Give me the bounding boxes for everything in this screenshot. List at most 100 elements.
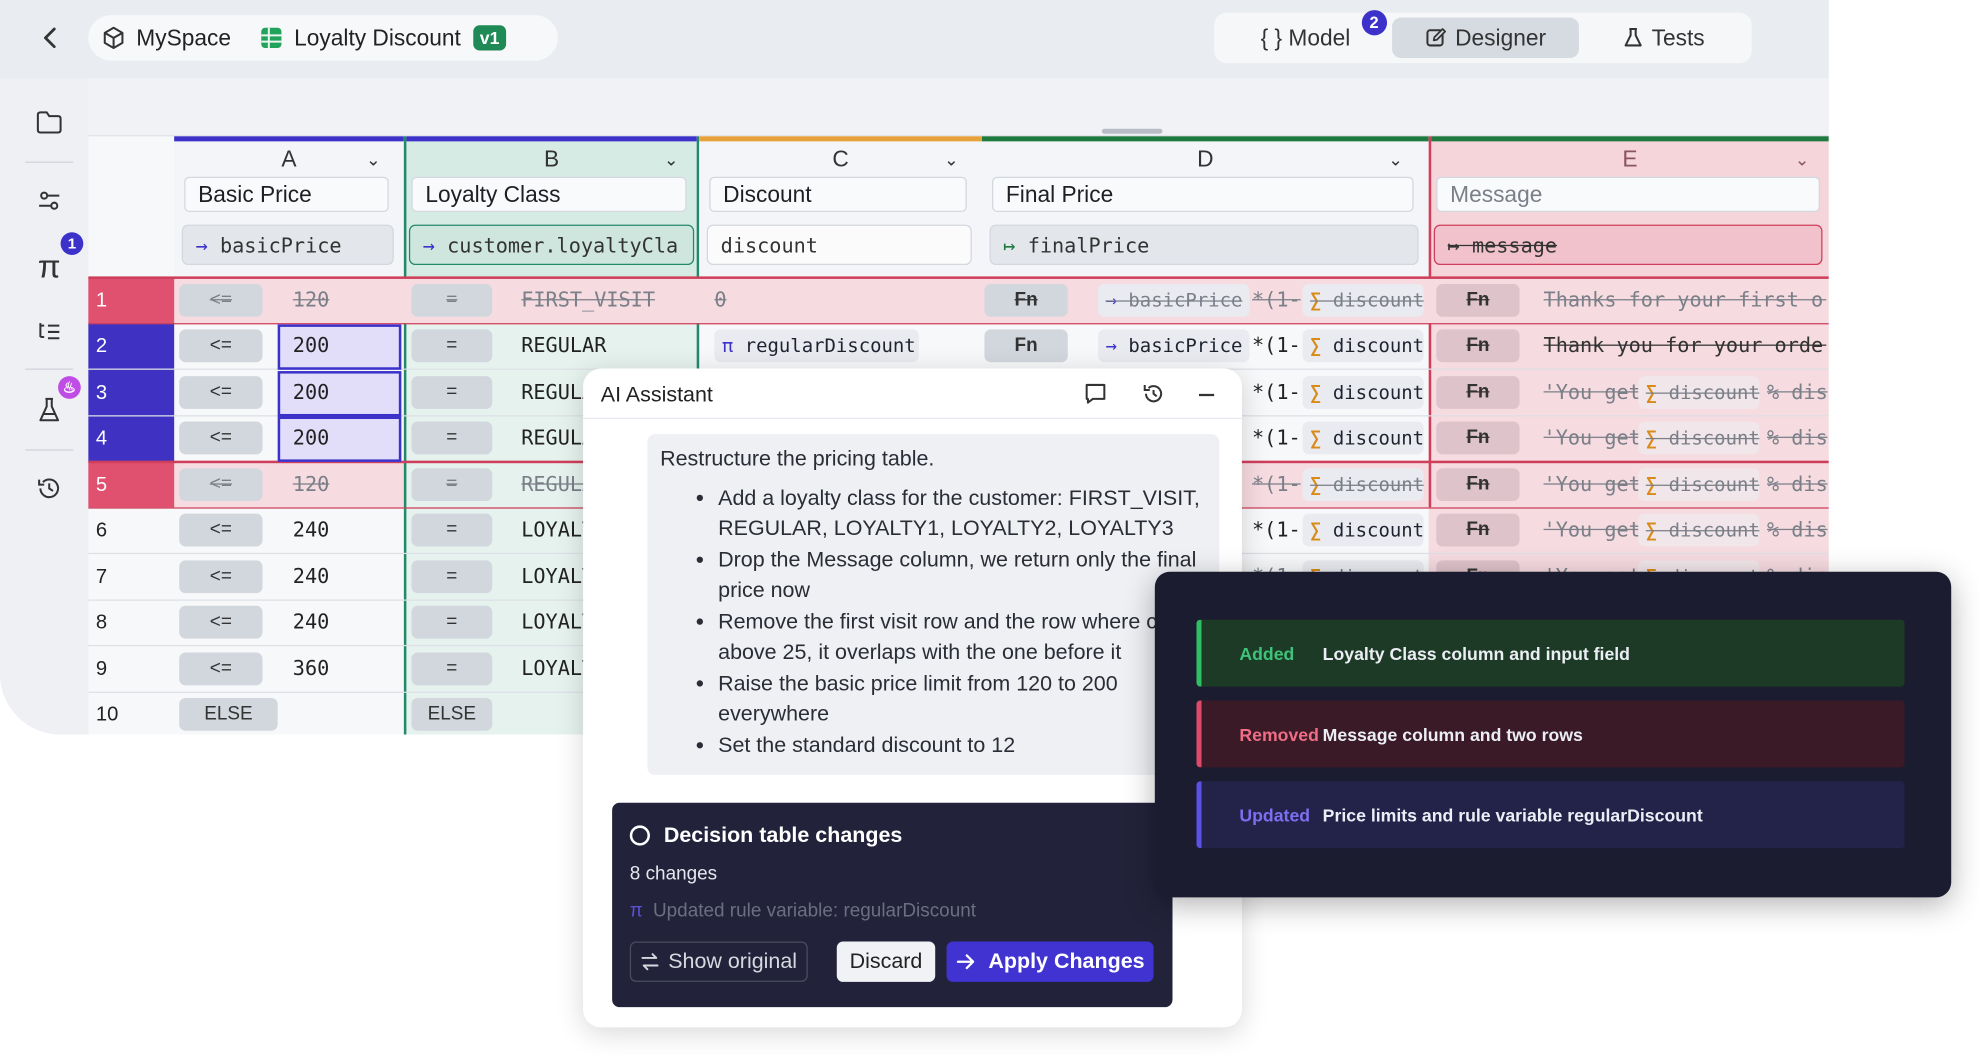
operator-a[interactable]: <=: [179, 468, 263, 502]
resize-handle[interactable]: [1101, 128, 1163, 134]
value-a[interactable]: 200: [278, 425, 402, 449]
change-summary-panel: Added Loyalty Class column and input fie…: [1154, 571, 1952, 898]
value-a[interactable]: 240: [278, 564, 402, 588]
minimize-icon[interactable]: [1194, 381, 1219, 406]
settings-sliders-icon[interactable]: [33, 184, 66, 217]
list-tree-icon[interactable]: [33, 316, 66, 349]
chat-icon[interactable]: [1083, 381, 1108, 406]
ai-title: AI Assistant: [600, 382, 713, 407]
column-d-header[interactable]: D ⌄ Final Price ↦ finalPrice: [981, 136, 1429, 278]
final-price-var[interactable]: → basicPrice: [1098, 283, 1250, 317]
operator-a[interactable]: <=: [179, 329, 263, 363]
column-b-header[interactable]: B ⌄ Loyalty Class → customer.loyaltyCla: [403, 136, 700, 278]
operator-a[interactable]: ELSE: [179, 697, 278, 731]
column-e-output[interactable]: ↦ message: [1433, 224, 1823, 266]
left-sidebar: π 1 ♨: [0, 78, 89, 735]
operator-b[interactable]: =: [411, 283, 493, 317]
chevron-down-icon[interactable]: ⌄: [366, 149, 381, 170]
operator-b[interactable]: =: [411, 376, 493, 409]
final-price-var[interactable]: → basicPrice: [1098, 329, 1250, 363]
fn-button[interactable]: Fn: [1436, 283, 1520, 317]
operator-b[interactable]: =: [411, 513, 493, 547]
operator-b[interactable]: =: [411, 421, 493, 455]
column-a-input[interactable]: → basicPrice: [181, 224, 394, 266]
column-a-accent: [174, 136, 404, 142]
flask-icon[interactable]: [33, 394, 66, 427]
value-a[interactable]: 240: [278, 517, 402, 541]
column-c-name[interactable]: Discount: [709, 176, 967, 213]
discount-ref[interactable]: ∑ discount: [1302, 329, 1424, 363]
discount-ref-text: discount: [1332, 473, 1424, 497]
fn-button[interactable]: Fn: [984, 329, 1068, 363]
operator-a[interactable]: <=: [179, 513, 263, 547]
value-b[interactable]: FIRST_VISIT: [521, 288, 685, 312]
fn-button[interactable]: Fn: [1436, 513, 1520, 547]
column-c-accent: [699, 136, 982, 142]
column-c-header[interactable]: C ⌄ Discount discount: [699, 136, 982, 278]
operator-b[interactable]: =: [411, 468, 493, 502]
operator-a[interactable]: <=: [179, 560, 263, 594]
back-button[interactable]: [35, 23, 65, 53]
discount-row-2[interactable]: π regularDiscount: [714, 329, 919, 363]
breadcrumb-space[interactable]: MySpace: [136, 25, 231, 52]
chevron-down-icon[interactable]: ⌄: [664, 149, 679, 170]
column-c-var[interactable]: discount: [706, 224, 972, 266]
column-d-output[interactable]: ↦ finalPrice: [989, 224, 1419, 266]
operator-a[interactable]: <=: [179, 421, 263, 455]
operator-a[interactable]: <=: [179, 652, 263, 686]
value-a[interactable]: 360: [278, 656, 402, 680]
fn-button[interactable]: Fn: [1436, 421, 1520, 455]
value-a[interactable]: 120: [278, 288, 402, 312]
tests-badge: ♨: [58, 376, 81, 399]
column-e-name[interactable]: Message: [1436, 176, 1820, 213]
value-a[interactable]: 240: [278, 610, 402, 634]
fn-button[interactable]: Fn: [1436, 329, 1520, 363]
discount-ref[interactable]: ∑ discount: [1302, 283, 1424, 317]
tab-designer[interactable]: Designer: [1391, 17, 1580, 59]
operator-b[interactable]: =: [411, 329, 493, 363]
pi-icon[interactable]: π: [33, 247, 66, 285]
value-b[interactable]: REGULAR: [521, 333, 685, 357]
discount-row-1[interactable]: 0: [714, 288, 764, 312]
column-e-header[interactable]: E ⌄ Message ↦ message: [1428, 136, 1829, 278]
row-number: 1: [95, 290, 108, 312]
formula-operator: *(1-: [1252, 379, 1301, 404]
discount-ref-text: discount: [1332, 334, 1424, 358]
discard-button[interactable]: Discard: [836, 941, 936, 982]
show-original-button[interactable]: Show original: [629, 941, 808, 982]
column-a-header[interactable]: A ⌄ Basic Price → basicPrice: [174, 136, 404, 278]
tab-tests[interactable]: Tests: [1579, 18, 1747, 58]
chevron-down-icon[interactable]: ⌄: [944, 149, 959, 170]
operator-b[interactable]: =: [411, 560, 493, 594]
value-a[interactable]: 120: [278, 472, 402, 496]
value-a[interactable]: 200: [278, 380, 402, 404]
column-d-name[interactable]: Final Price: [992, 176, 1414, 213]
column-b-input[interactable]: → customer.loyaltyCla: [408, 224, 695, 266]
operator-b[interactable]: =: [411, 605, 493, 639]
message-discount-text: discount: [1668, 473, 1760, 497]
discount-ref[interactable]: ∑ discount: [1302, 376, 1424, 409]
operator-a[interactable]: <=: [179, 605, 263, 639]
breadcrumb-document[interactable]: Loyalty Discount: [294, 25, 461, 52]
chevron-down-icon[interactable]: ⌄: [1388, 149, 1403, 170]
history-icon[interactable]: [33, 472, 66, 505]
tab-model[interactable]: { } Model 2: [1219, 10, 1392, 58]
fn-button[interactable]: Fn: [1436, 468, 1520, 502]
fn-button[interactable]: Fn: [984, 283, 1068, 317]
operator-b[interactable]: =: [411, 652, 493, 686]
operator-a[interactable]: <=: [179, 283, 263, 317]
apply-changes-button[interactable]: Apply Changes: [946, 941, 1154, 982]
history-icon[interactable]: [1141, 381, 1166, 406]
collapse-icon[interactable]: ⌄: [1795, 149, 1810, 170]
discount-ref[interactable]: ∑ discount: [1302, 468, 1424, 502]
column-b-name[interactable]: Loyalty Class: [411, 176, 687, 213]
discount-var: regularDiscount: [744, 334, 916, 358]
operator-b[interactable]: ELSE: [411, 697, 493, 731]
column-a-name[interactable]: Basic Price: [184, 176, 389, 213]
fn-button[interactable]: Fn: [1436, 376, 1520, 409]
discount-ref[interactable]: ∑ discount: [1302, 421, 1424, 455]
discount-ref[interactable]: ∑ discount: [1302, 513, 1424, 547]
operator-a[interactable]: <=: [179, 376, 263, 409]
folder-icon[interactable]: [33, 106, 66, 139]
value-a[interactable]: 200: [278, 333, 402, 357]
